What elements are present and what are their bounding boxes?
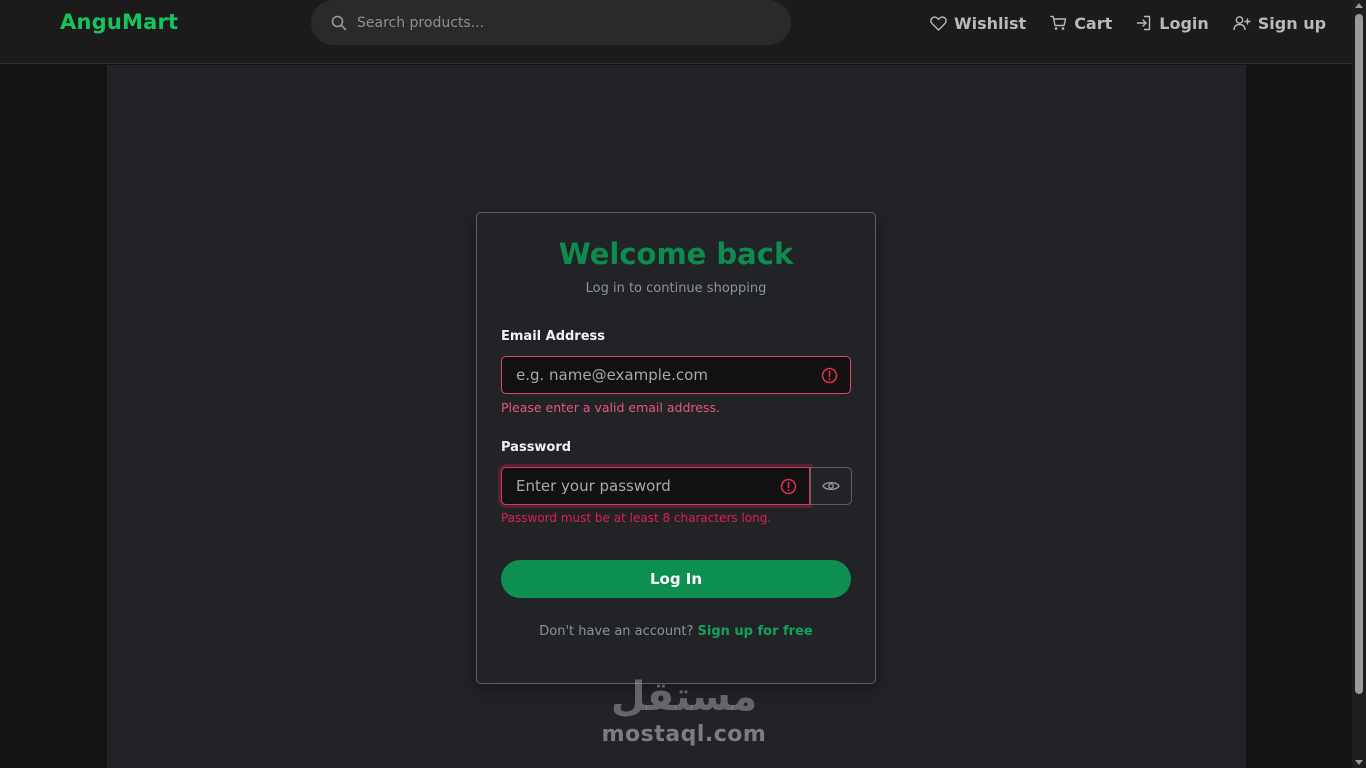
password-error-message: Password must be at least 8 characters l… bbox=[501, 511, 772, 525]
page-scrollbar[interactable] bbox=[1352, 0, 1366, 768]
scrollbar-thumb[interactable] bbox=[1355, 14, 1363, 694]
signup-prompt-line: Don't have an account? Sign up for free bbox=[477, 624, 875, 639]
error-icon bbox=[821, 367, 838, 383]
nav-login-link[interactable]: Login bbox=[1136, 12, 1209, 34]
password-field-wrapper bbox=[501, 467, 810, 505]
nav-cart-label: Cart bbox=[1074, 13, 1113, 33]
nav-wishlist-label: Wishlist bbox=[954, 13, 1027, 33]
search-icon bbox=[331, 15, 347, 30]
search-input[interactable] bbox=[355, 13, 755, 32]
cart-icon bbox=[1050, 15, 1067, 30]
toggle-password-visibility-button[interactable] bbox=[810, 467, 852, 505]
nav-cart-link[interactable]: Cart bbox=[1050, 12, 1112, 34]
heart-icon bbox=[930, 15, 947, 31]
user-plus-icon bbox=[1233, 16, 1251, 31]
email-field[interactable] bbox=[514, 365, 821, 385]
nav-signup-label: Sign up bbox=[1257, 13, 1327, 33]
nav-links: Wishlist Cart Login Sign up bbox=[930, 12, 1326, 34]
top-navbar: AnguMart Wishlist Cart bbox=[0, 0, 1352, 64]
nav-login-label: Login bbox=[1159, 13, 1209, 33]
error-icon bbox=[780, 478, 797, 494]
password-field[interactable] bbox=[514, 476, 780, 496]
eye-icon bbox=[822, 481, 840, 491]
nav-signup-link[interactable]: Sign up bbox=[1233, 12, 1326, 34]
scroll-up-arrow[interactable] bbox=[1355, 3, 1363, 8]
login-card: Welcome back Log in to continue shopping… bbox=[476, 212, 876, 684]
card-subtitle: Log in to continue shopping bbox=[585, 281, 767, 296]
nav-wishlist-link[interactable]: Wishlist bbox=[930, 12, 1026, 34]
card-title: Welcome back bbox=[558, 237, 794, 271]
signup-prompt-text: Don't have an account? bbox=[539, 624, 694, 639]
brand-logo[interactable]: AnguMart bbox=[60, 10, 178, 34]
watermark-arabic-text: مستقل bbox=[610, 674, 758, 720]
login-icon bbox=[1137, 15, 1151, 31]
email-label: Email Address bbox=[501, 329, 606, 344]
watermark-latin-text: mostaql.com bbox=[601, 722, 767, 747]
scroll-down-arrow[interactable] bbox=[1355, 760, 1363, 765]
search-bar[interactable] bbox=[311, 0, 791, 45]
password-label: Password bbox=[501, 440, 572, 455]
mostaql-watermark: مستقل mostaql.com bbox=[598, 672, 770, 747]
login-submit-button[interactable]: Log In bbox=[501, 560, 851, 598]
email-field-wrapper bbox=[501, 356, 851, 394]
email-error-message: Please enter a valid email address. bbox=[501, 400, 720, 415]
signup-link[interactable]: Sign up for free bbox=[698, 624, 813, 639]
